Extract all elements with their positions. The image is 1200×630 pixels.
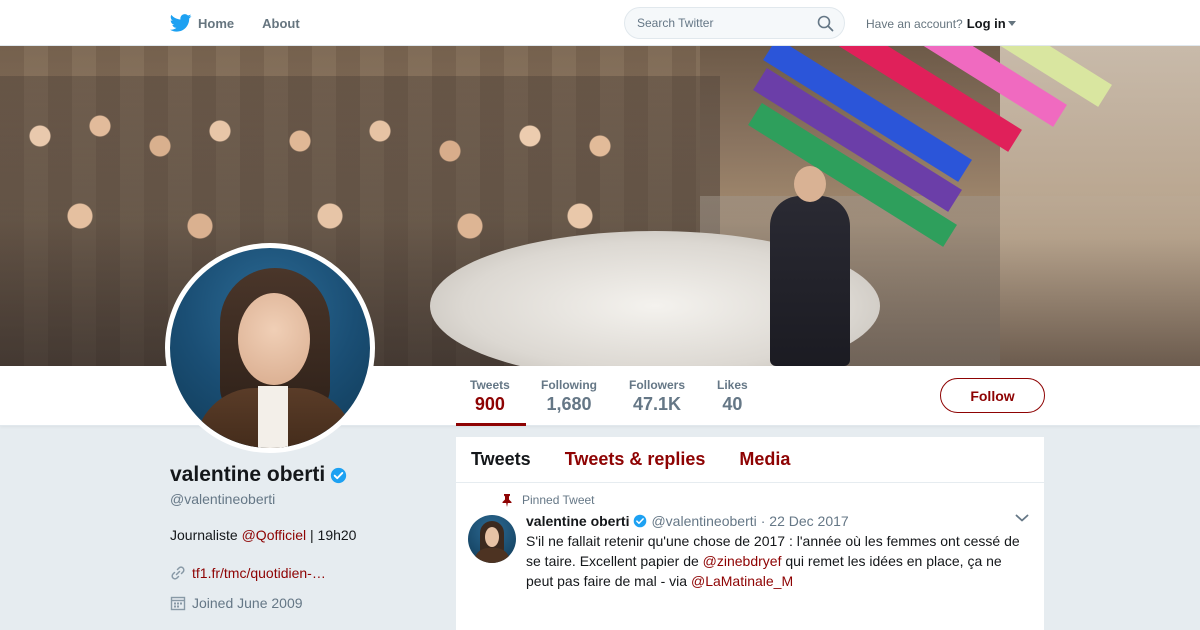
tab-tweets[interactable]: Tweets	[471, 449, 531, 470]
pin-icon	[502, 493, 512, 507]
tweet-avatar[interactable]	[468, 515, 516, 563]
profile-website-row: tf1.fr/tmc/quotidien-…	[170, 565, 430, 581]
avatar-shirt	[258, 386, 288, 448]
stat-likes-label: Likes	[717, 378, 748, 392]
tab-tweets-replies[interactable]: Tweets & replies	[565, 449, 706, 470]
bio-prefix: Journaliste	[170, 527, 242, 543]
profile-info: valentine oberti @valentineoberti Journa…	[170, 463, 430, 611]
pinned-tweet[interactable]: Pinned Tweet valentine oberti @valentine…	[456, 483, 1044, 591]
search-box[interactable]	[624, 7, 845, 39]
profile-handle[interactable]: @valentineoberti	[170, 491, 430, 507]
stat-following[interactable]: Following 1,680	[541, 378, 597, 415]
top-navigation: Home About Have an account? Log in	[0, 0, 1200, 46]
profile-joined-row: Joined June 2009	[170, 595, 430, 611]
tweet-date[interactable]: · 22 Dec 2017	[761, 513, 849, 529]
bio-suffix: | 19h20	[306, 527, 357, 543]
pinned-tweet-label-row: Pinned Tweet	[502, 493, 1029, 507]
tab-media[interactable]: Media	[739, 449, 790, 470]
nav-about-label: About	[262, 15, 300, 31]
account-menu: Have an account? Log in	[866, 16, 1016, 31]
nav-left: Home About	[170, 0, 328, 46]
follow-button[interactable]: Follow	[940, 378, 1045, 413]
stat-tweets-value: 900	[474, 394, 505, 414]
stat-following-label: Following	[541, 378, 597, 392]
account-prompt: Have an account?	[866, 16, 963, 31]
stat-followers[interactable]: Followers 47.1K	[629, 378, 685, 415]
calendar-icon	[170, 596, 186, 611]
tweet-avatar-jacket	[474, 548, 510, 563]
stat-followers-value: 47.1K	[632, 394, 682, 414]
avatar-face	[238, 293, 310, 385]
stat-likes-value: 40	[722, 394, 743, 414]
search-icon[interactable]	[817, 15, 834, 32]
profile-bio: Journaliste @Qofficiel | 19h20	[170, 527, 430, 543]
caret-down-icon[interactable]	[1007, 21, 1016, 26]
nav-home-label: Home	[198, 15, 235, 31]
timeline: Tweets Tweets & replies Media Pinned Twe…	[456, 437, 1044, 630]
profile-name-row: valentine oberti	[170, 463, 430, 487]
stat-following-value: 1,680	[546, 394, 592, 414]
nav-about[interactable]: About	[262, 16, 300, 31]
stat-followers-label: Followers	[629, 378, 686, 392]
bio-mention-link[interactable]: @Qofficiel	[242, 527, 307, 543]
twitter-bird-icon	[170, 14, 192, 32]
tweet-header: valentine oberti @valentineoberti · 22 D…	[526, 513, 1029, 529]
active-tab-underline	[456, 423, 526, 426]
tweet-avatar-face	[485, 527, 499, 547]
tweet-mention-zinebdryef[interactable]: @zinebdryef	[703, 553, 782, 569]
tweet-author-handle[interactable]: @valentineoberti	[651, 513, 756, 529]
pinned-tweet-label: Pinned Tweet	[522, 493, 595, 507]
search-input[interactable]	[637, 16, 807, 30]
timeline-tabs: Tweets Tweets & replies Media	[456, 437, 1044, 483]
stat-tweets-label: Tweets	[470, 378, 510, 392]
verified-badge-icon	[331, 467, 347, 483]
link-icon	[171, 566, 185, 580]
tweet-author-name[interactable]: valentine oberti	[526, 513, 629, 529]
chevron-down-icon[interactable]	[1015, 513, 1029, 523]
tweet-mention-lamatinale[interactable]: @LaMatinale_M	[691, 573, 793, 589]
profile-joined-date: Joined June 2009	[192, 595, 303, 611]
stat-tweets[interactable]: Tweets 900	[470, 378, 510, 415]
nav-home[interactable]: Home	[170, 14, 234, 32]
login-button[interactable]: Log in	[967, 16, 1006, 31]
stat-likes[interactable]: Likes 40	[717, 378, 748, 415]
profile-avatar[interactable]	[165, 243, 375, 453]
profile-website-link[interactable]: tf1.fr/tmc/quotidien-…	[192, 565, 326, 581]
profile-name[interactable]: valentine oberti	[170, 463, 325, 487]
tweet-text: S'il ne fallait retenir qu'une chose de …	[526, 531, 1026, 591]
verified-badge-icon	[634, 514, 647, 528]
banner-host	[770, 166, 850, 366]
